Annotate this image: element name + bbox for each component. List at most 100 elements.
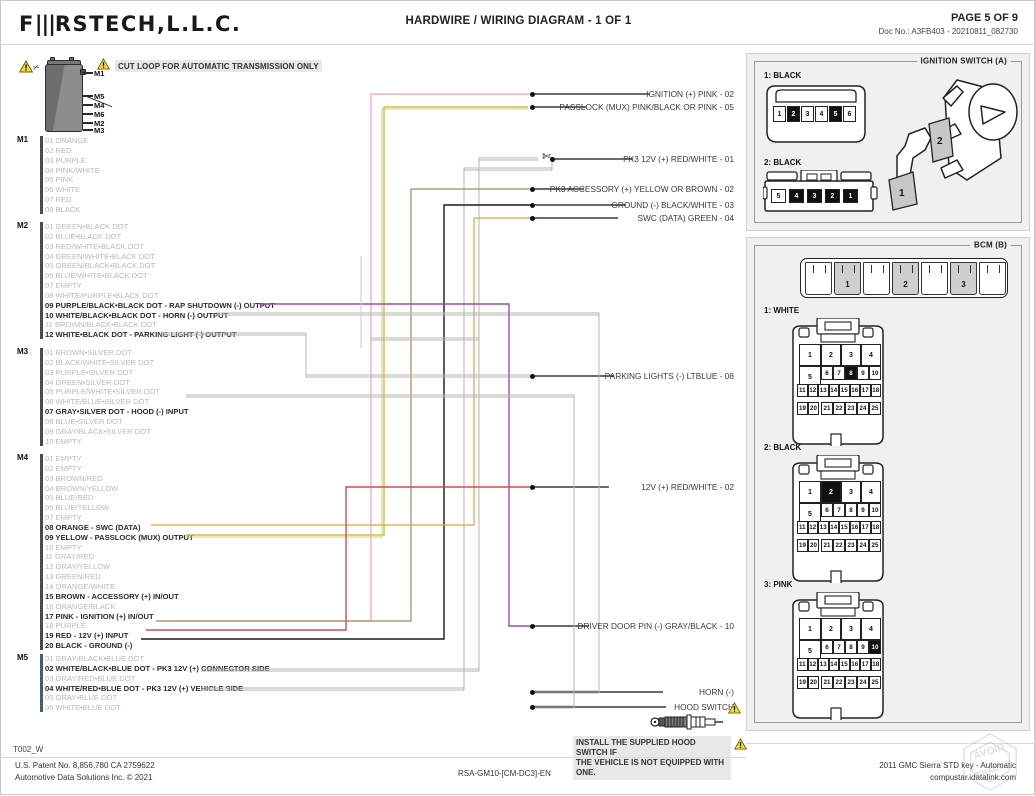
connector-pin-row: 05 PURPLE/WHITE•SILVER DOT <box>45 387 160 397</box>
module-nub-right <box>69 57 74 61</box>
connector-pin-row: 05 PINK <box>45 175 74 185</box>
connector-list-m1: M1 01 ORANGE 02 RED 03 PURPLE 04 PINK/WHITE 0… <box>17 135 100 215</box>
wire-label-pk3-accessory: PK3 ACCESSORY (+) YELLOW OR BROWN - 02 <box>549 184 734 194</box>
fuse-tooth <box>958 265 960 273</box>
bcm-c2-pin-1: 1 <box>799 481 821 503</box>
bcm-c1-pin-24: 24 <box>857 402 869 415</box>
wire-label-horn: HORN (-) <box>698 687 734 697</box>
footer-vehicle: 2011 GMC Sierra STD key - Automatic <box>879 761 1016 770</box>
fuse-tooth <box>900 265 902 273</box>
bcm-c1-pin-22: 22 <box>833 402 845 415</box>
connector-pin-row: 07 RED <box>45 195 72 205</box>
bcm-c2-pin-25: 25 <box>869 539 881 552</box>
footer-divider-left <box>1 757 746 758</box>
bcm-c1-pin-13: 13 <box>818 384 829 397</box>
connector-pin-row: 01 BROWN•SILVER DOT <box>45 348 132 357</box>
connector-pin-row: 08 BLUE•SILVER DOT <box>45 416 123 426</box>
fuse-tooth <box>871 265 873 273</box>
connector-pin-row: 05 GREEN/BLACK•BLACK DOT <box>45 261 156 271</box>
hood-switch-graphic <box>650 714 723 730</box>
connector-pin-row: 03 RED/WHITE•BLACK DOT <box>45 241 144 251</box>
bcm-c1-pin-21: 21 <box>821 402 833 415</box>
page-header: F|||RSTECH,L.L.C. HARDWIRE / WIRING DIAG… <box>1 1 1035 45</box>
connector-pin-row: 08 BLACK <box>45 204 81 214</box>
bcm-c2-pin-3: 3 <box>841 481 861 503</box>
bcm-c1-pin-12: 12 <box>807 384 818 397</box>
connector-pin-row: 04 WHITE/RED•BLUE DOT - PK3 12V (+) VEHI… <box>45 683 244 693</box>
bcm-c2-pin-13: 13 <box>818 521 829 534</box>
bcm-c2-pin-20: 20 <box>808 539 819 552</box>
bcm-c3-pin-15: 15 <box>839 658 850 671</box>
connector-pin-row: 01 EMPTY <box>45 454 82 463</box>
bcm-fuse-slot-1: 1 <box>834 262 861 295</box>
page-number: PAGE 5 OF 9 <box>950 12 1018 24</box>
bcm-c3-pin-16: 16 <box>849 658 860 671</box>
bcm-c2-pin-2: 2 <box>821 481 841 503</box>
bcm-c3-pin-6: 6 <box>821 640 833 654</box>
wire-path <box>216 314 600 694</box>
connector-tag-m3: M3 <box>17 347 29 356</box>
bcm-fuse-slot <box>863 262 890 295</box>
bcm-c3-pin-24: 24 <box>857 676 869 689</box>
footer-site: compustar.idatalink.com <box>930 773 1016 782</box>
connector-pin-row: 13 GREEN/RED <box>45 572 101 582</box>
bcm-c2-pin-7: 7 <box>833 503 845 517</box>
connector-pin-row: 19 RED - 12V (+) INPUT <box>45 631 129 641</box>
cut-loop-note-text: CUT LOOP FOR AUTOMATIC TRANSMISSION ONLY <box>115 60 322 72</box>
module-pin-label: M3 <box>94 125 105 135</box>
connector-pin-row: 03 PURPLE•SILVER DOT <box>45 367 134 377</box>
bcm-c1-pin-9: 9 <box>857 366 869 380</box>
connector-pin-row: 03 PURPLE <box>45 155 86 165</box>
wire-junction-dot <box>530 705 535 710</box>
bcm-c1-pin-2: 2 <box>821 344 841 366</box>
fuse-tooth <box>842 265 844 273</box>
bcm-c2-pin-14: 14 <box>828 521 839 534</box>
connector-pin-row: 02 BLACK/WHITE•SILVER DOT <box>45 357 155 367</box>
bcm-c3-pin-23: 23 <box>845 676 857 689</box>
wire-path <box>259 303 532 627</box>
ignition-c1-pin-2: 2 <box>787 106 800 122</box>
ignition-switch-illustration: 2 1 <box>888 79 1018 211</box>
cut-loop-mark: ✂ <box>31 62 42 73</box>
connector-pin-row: 10 WHITE/BLACK•BLACK DOT - HORN (-) OUTP… <box>45 310 229 320</box>
connector-pin-row: 17 PINK - IGNITION (+) IN/OUT <box>45 611 154 621</box>
bcm-c3-pin-20: 20 <box>808 676 819 689</box>
bcm-c2-pin-22: 22 <box>833 539 845 552</box>
connector-pin-row: 01 ORANGE <box>45 136 89 145</box>
wire-junction-dot <box>530 690 535 695</box>
module-pin-label: M5 <box>94 91 105 101</box>
wire-label-pk3-12v: PK3 12V (+) RED/WHITE - 01 <box>623 154 734 164</box>
bcm-title: BCM (B) <box>970 240 1011 250</box>
bcm-c2-pin-15: 15 <box>839 521 850 534</box>
fuse-tooth <box>929 265 931 273</box>
bcm-c3-pin-7: 7 <box>833 640 845 654</box>
bcm-c3-pin-10: 10 <box>869 640 881 654</box>
bcm-c1-pin-14: 14 <box>828 384 839 397</box>
connector-list-m4: M4 01 EMPTY 02 EMPTY 03 BROWN/RED 04 BROWN/Y… <box>17 453 194 651</box>
svg-text:2: 2 <box>937 136 943 147</box>
connector-bar <box>40 654 43 713</box>
bcm-c3-label: 3: PINK <box>764 580 793 589</box>
ignition-c2-pin-5: 5 <box>771 189 786 203</box>
cut-loop-note: CUT LOOP FOR AUTOMATIC TRANSMISSION ONLY <box>96 57 322 75</box>
wire-path <box>161 93 532 622</box>
bcm-fuse-slot <box>979 262 1006 295</box>
ignition-c1-pin-3: 3 <box>801 106 814 122</box>
wire-label-swc-data: SWC (DATA) GREEN - 04 <box>637 213 735 223</box>
wire-path <box>146 486 532 631</box>
bcm-c1-pin-18: 18 <box>870 384 881 397</box>
bcm-c3-pin-22: 22 <box>833 676 845 689</box>
connector-tag-m4: M4 <box>17 453 29 462</box>
connector-pin-row: 11 GRAY/RED <box>45 552 95 562</box>
connector-pin-row: 06 WHITE <box>45 185 81 195</box>
connector-pin-row: 07 EMPTY <box>45 281 82 291</box>
bcm-c2-pin-11: 11 <box>797 521 808 534</box>
connector-pin-row: 07 EMPTY <box>45 513 82 523</box>
connector-pin-row: 01 GREEN•BLACK DOT <box>45 222 129 231</box>
svg-text:1: 1 <box>899 188 905 199</box>
bcm-c1-pin-10: 10 <box>869 366 881 380</box>
bcm-c1-pin-8: 8 <box>845 366 857 380</box>
bcm-c2-pin-8: 8 <box>845 503 857 517</box>
bcm-c3-pin-11: 11 <box>797 658 808 671</box>
footer-code: T002_W <box>13 745 44 754</box>
